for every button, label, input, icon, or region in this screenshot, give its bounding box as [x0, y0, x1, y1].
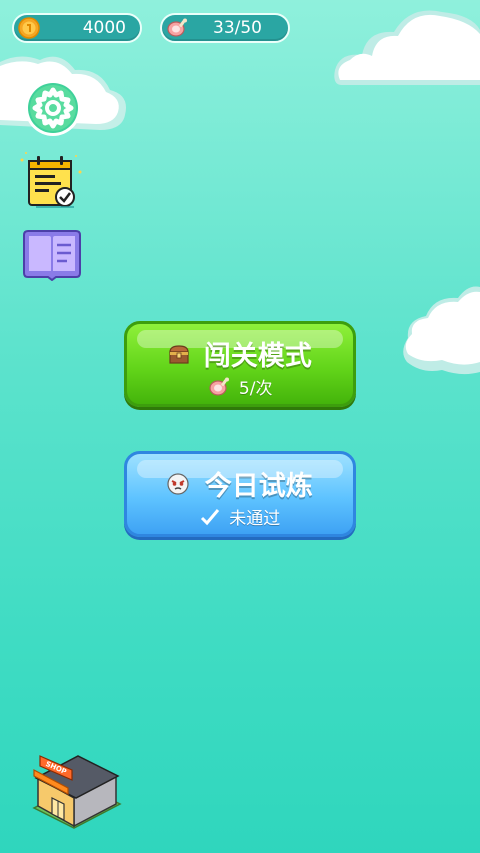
check-icon: [200, 508, 219, 525]
stage-mode-button[interactable]: 闯关模式 5/次: [124, 321, 356, 407]
daily-trial-title: 今日试炼: [204, 471, 313, 502]
gear-icon: [25, 80, 81, 136]
meat-icon: [208, 377, 229, 396]
shop-button[interactable]: SHOP: [28, 742, 124, 830]
treasure-chest-icon: [169, 344, 189, 364]
daily-trial-status-row: 未通过: [127, 504, 353, 529]
coin-icon: [18, 17, 40, 39]
cloud-decoration: [334, 10, 480, 86]
daily-trial-title-row: 今日试炼: [127, 464, 353, 503]
stage-mode-title: 闯关模式: [203, 341, 312, 372]
daily-tasks-button[interactable]: [18, 150, 84, 210]
checklist-icon: [20, 152, 82, 208]
book-icon: [23, 230, 81, 282]
stage-mode-title-row: 闯关模式: [127, 334, 353, 373]
guide-book-button[interactable]: [22, 229, 82, 282]
stage-mode-cost: 5/次: [238, 379, 273, 399]
stage-mode-cost-row: 5/次: [127, 374, 353, 399]
coin-value: 4000: [82, 18, 126, 38]
daily-trial-status: 未通过: [229, 509, 281, 529]
stamina-counter[interactable]: 33/50: [160, 13, 290, 43]
boss-face-icon: [167, 472, 189, 495]
settings-button[interactable]: [23, 78, 83, 138]
meat-icon: [167, 18, 187, 37]
stamina-value: 33/50: [213, 18, 262, 38]
daily-trial-button[interactable]: 今日试炼 未通过: [124, 451, 356, 537]
shop-building-icon: SHOP: [32, 755, 122, 829]
coin-counter[interactable]: 4000: [12, 13, 142, 43]
cloud-decoration: [403, 286, 480, 375]
